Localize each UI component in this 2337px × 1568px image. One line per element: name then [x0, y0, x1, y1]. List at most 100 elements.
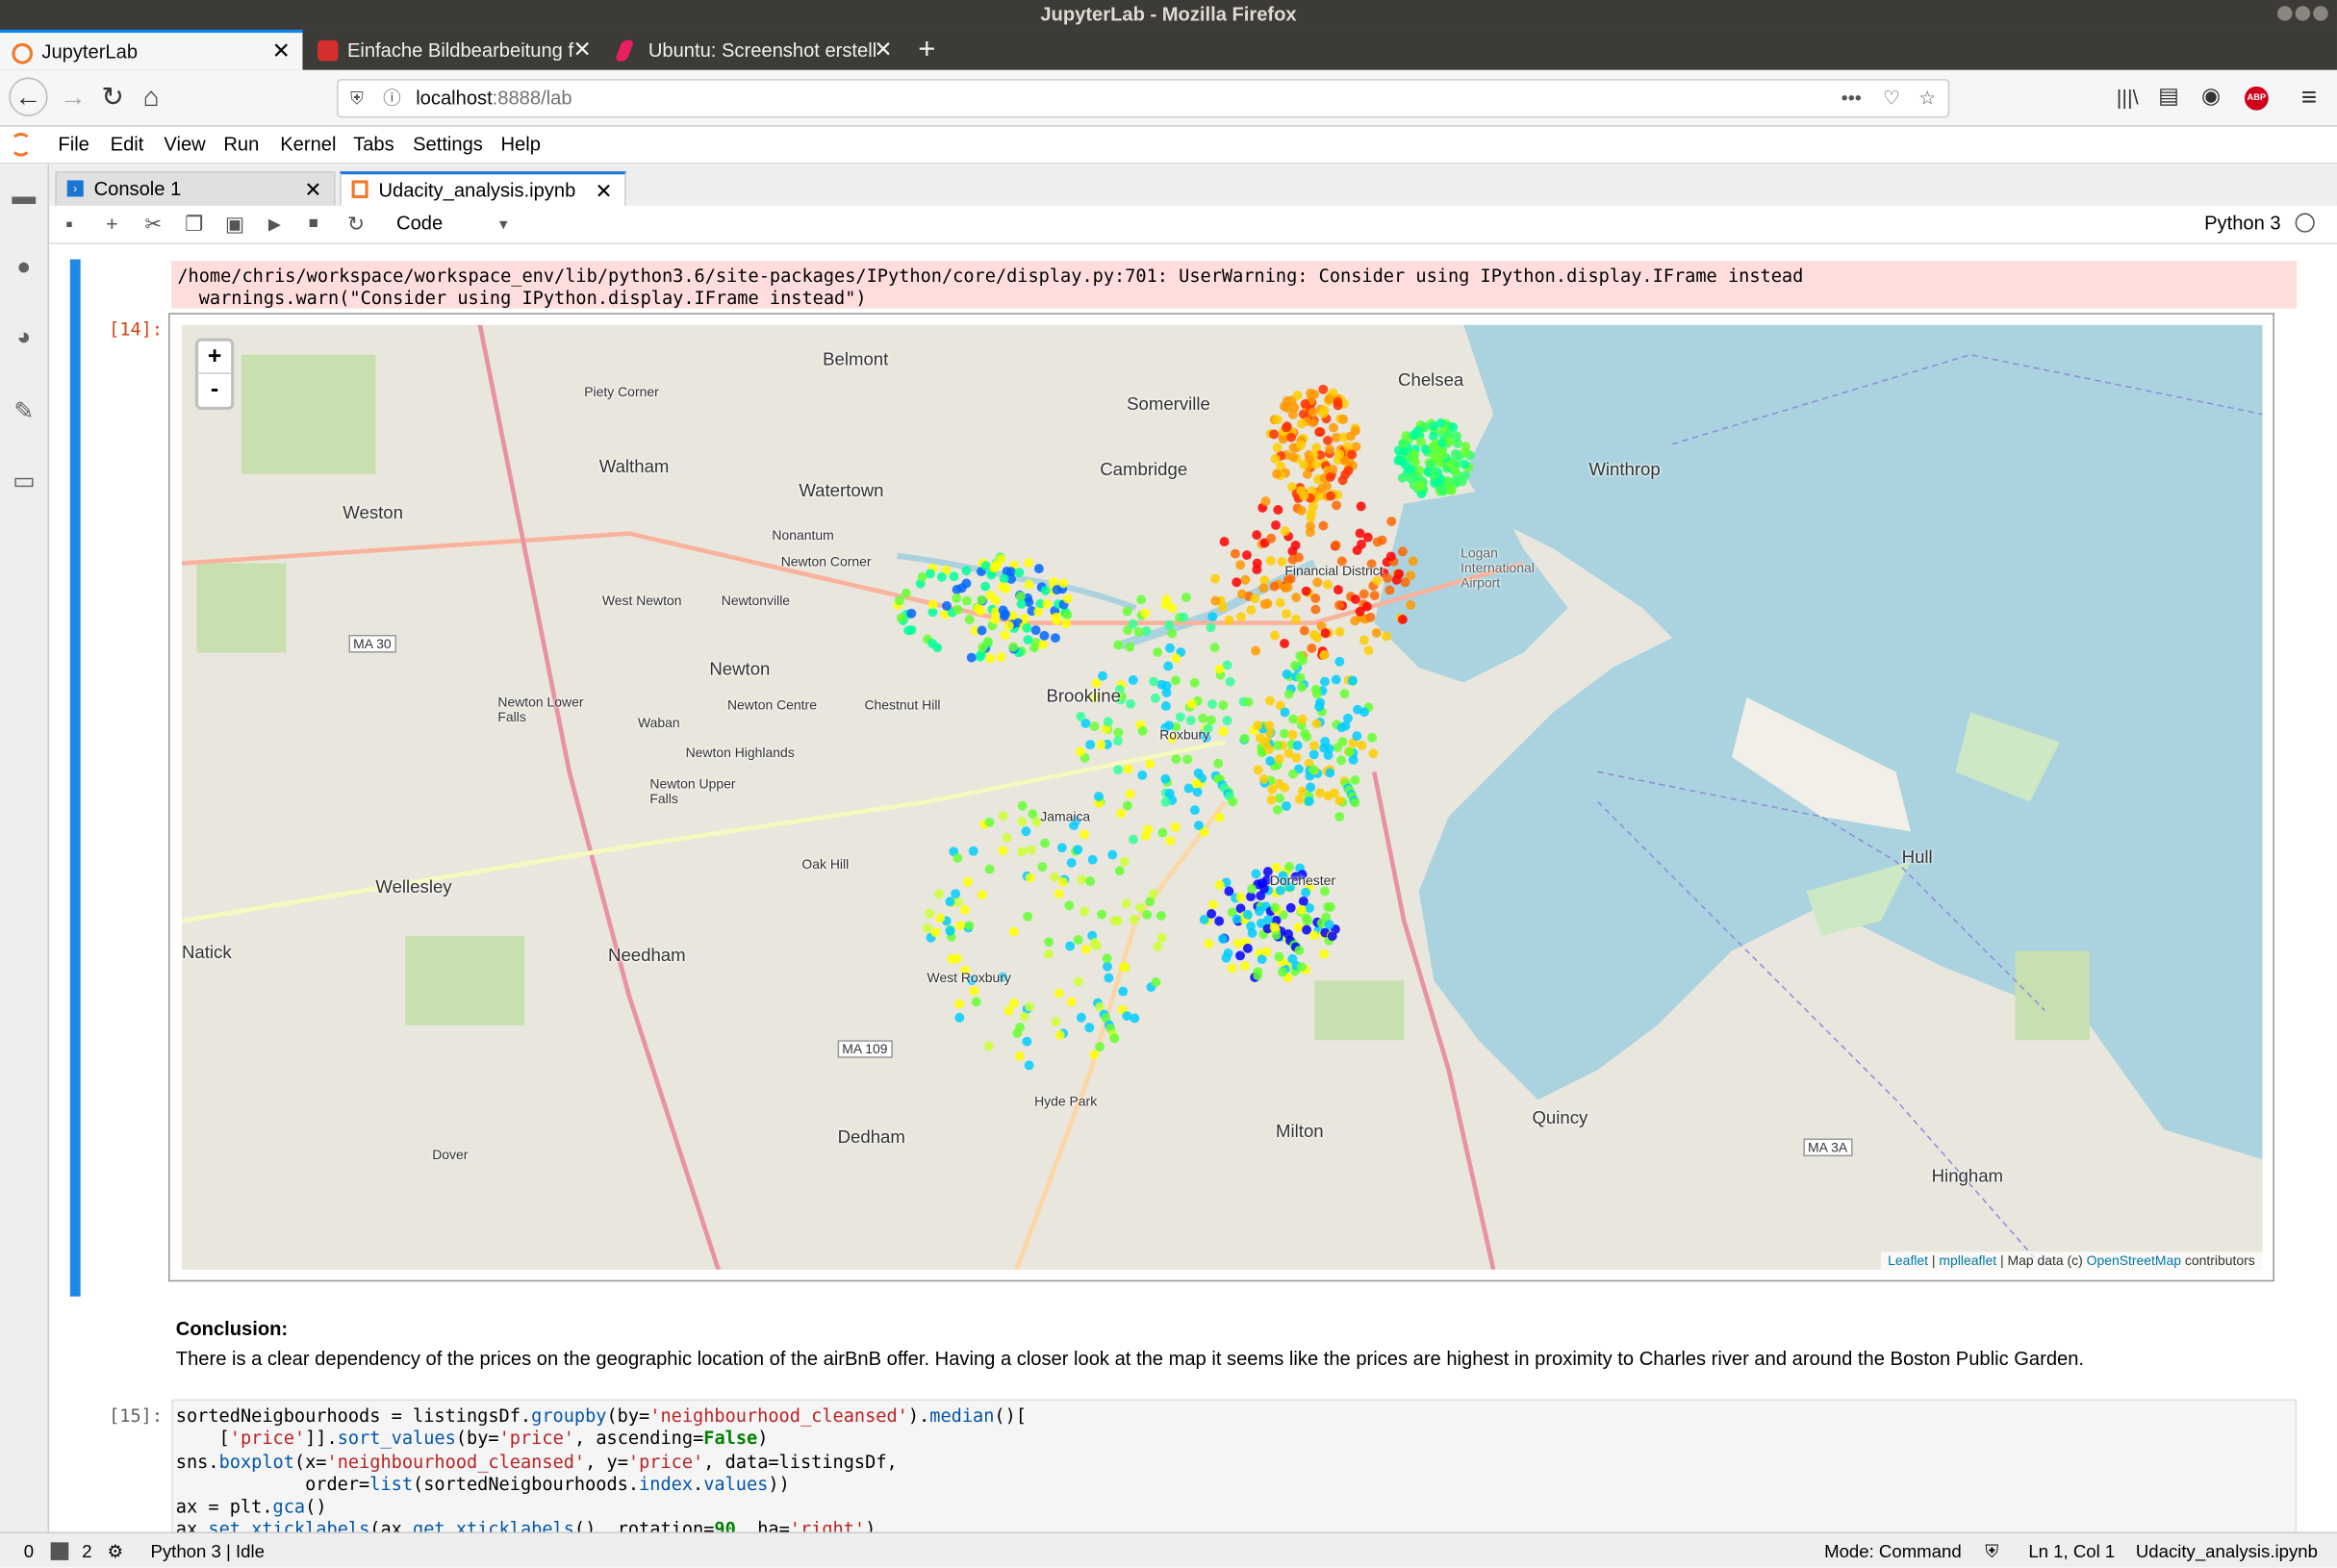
map-label: Roxbury [1159, 726, 1210, 743]
listing-marker [1017, 847, 1028, 857]
tab-console-1[interactable]: › Console 1 ✕ [55, 171, 336, 208]
close-tab-icon[interactable]: ✕ [272, 33, 291, 70]
zoom-out-button[interactable]: - [198, 374, 231, 407]
kernel-status[interactable]: Python 3 | Idle [150, 1533, 265, 1568]
chevron-down-icon[interactable]: ▾ [499, 215, 508, 235]
wrench-icon[interactable]: ✎ [11, 396, 38, 424]
menu-kernel[interactable]: Kernel [280, 133, 336, 155]
stop-icon[interactable]: ■ [309, 215, 318, 233]
listing-marker [1023, 635, 1033, 645]
listing-marker [1191, 778, 1202, 789]
menu-run[interactable]: Run [223, 133, 259, 155]
browser-tab-bildbearbeitung[interactable]: Einfache Bildbearbeitung f ✕ [306, 30, 604, 70]
tabs-icon[interactable]: ▭ [11, 467, 38, 494]
back-icon[interactable]: ← [9, 77, 48, 116]
info-icon[interactable]: ⓘ [383, 81, 401, 116]
listing-marker [1283, 748, 1294, 759]
menu-view[interactable]: View [164, 133, 205, 155]
sidebar-icon[interactable]: ▤ [2158, 82, 2179, 112]
listing-marker [1040, 585, 1051, 595]
pocket-icon[interactable]: ♡ [1883, 81, 1900, 116]
listing-marker [1282, 800, 1291, 811]
bookmark-star-icon[interactable]: ☆ [1918, 81, 1936, 116]
folder-icon[interactable]: ▬ [11, 185, 38, 212]
listing-marker [945, 897, 955, 907]
cell-type-select[interactable]: Code [396, 212, 443, 234]
map-label: Wellesley [375, 875, 452, 898]
save-icon[interactable]: ▪ [65, 212, 73, 236]
listing-marker [1310, 604, 1321, 615]
tab-notebook[interactable]: Udacity_analysis.ipynb ✕ [340, 171, 626, 209]
listing-marker [1296, 486, 1307, 496]
close-tab-icon[interactable]: ✕ [596, 174, 613, 207]
hamburger-menu-icon[interactable]: ≡ [2301, 82, 2317, 112]
leaflet-map[interactable]: Belmont Somerville Chelsea Piety Corner … [181, 324, 2263, 1270]
insert-cell-icon[interactable]: + [106, 212, 118, 236]
listing-marker [1151, 977, 1161, 987]
account-icon[interactable]: ◉ [2201, 82, 2221, 112]
listing-marker [1123, 764, 1133, 774]
adblock-icon[interactable]: ABP [2244, 86, 2269, 111]
leaflet-link[interactable]: Leaflet [1888, 1253, 1928, 1268]
listing-marker [1336, 755, 1346, 766]
osm-link[interactable]: OpenStreetMap [2087, 1253, 2181, 1268]
menu-help[interactable]: Help [500, 133, 540, 155]
listing-marker [1325, 901, 1335, 912]
listing-marker [1384, 585, 1395, 595]
listing-marker [1137, 725, 1148, 736]
menu-settings[interactable]: Settings [413, 133, 483, 155]
listing-marker [1113, 736, 1123, 746]
listing-marker [1119, 962, 1130, 973]
menu-file[interactable]: File [58, 133, 89, 155]
reload-icon[interactable]: ↻ [101, 82, 123, 112]
close-tab-icon[interactable]: ✕ [573, 30, 592, 70]
browser-tab-ubuntu[interactable]: Ubuntu: Screenshot erstell ✕ [606, 30, 904, 70]
close-tab-icon[interactable]: ✕ [874, 30, 892, 70]
mplleaflet-link[interactable]: mplleaflet [1939, 1253, 1996, 1268]
status-kernels-count[interactable]: 2 [82, 1533, 91, 1568]
listing-marker [935, 913, 946, 923]
menu-tabs[interactable]: Tabs [353, 133, 394, 155]
tab-label: Console 1 [93, 177, 182, 200]
listing-marker [1050, 633, 1060, 644]
cell-collapser[interactable] [69, 259, 81, 1297]
listing-marker [1107, 849, 1118, 860]
status-terminals-count[interactable]: 0 [24, 1533, 34, 1568]
run-icon[interactable]: ▶ [268, 215, 281, 235]
listing-marker [1308, 930, 1319, 941]
markdown-cell[interactable]: Conclusion: There is a clear dependency … [176, 1317, 2084, 1369]
url-bar[interactable]: ⛨ ⓘ localhost:8888/lab ••• ♡ ☆ [337, 79, 1950, 118]
trust-icon[interactable]: ⛨ [1985, 1533, 1998, 1568]
home-icon[interactable]: ⌂ [143, 82, 160, 112]
kernel-name[interactable]: Python 3 [2204, 212, 2281, 234]
listing-marker [1170, 822, 1181, 832]
palette-icon[interactable]: ◕ [11, 325, 38, 352]
map-label: Newton Lower Falls [497, 694, 584, 724]
shield-icon[interactable]: ⛨ [350, 81, 364, 116]
listing-marker [1104, 973, 1114, 983]
new-tab-button[interactable]: + [909, 30, 948, 70]
running-icon[interactable]: ● [11, 255, 38, 282]
cut-icon[interactable]: ✂ [144, 212, 162, 237]
copy-icon[interactable]: ❐ [185, 212, 203, 237]
listing-marker [1408, 556, 1418, 567]
browser-tab-jupyterlab[interactable]: JupyterLab ✕ [0, 29, 303, 70]
code-cell-editor[interactable]: sortedNeigbourhoods = listingsDf.groupby… [171, 1399, 2298, 1532]
minimize-icon[interactable] [2277, 6, 2293, 21]
paste-icon[interactable]: ▣ [225, 212, 245, 237]
close-tab-icon[interactable]: ✕ [304, 173, 321, 206]
menu-edit[interactable]: Edit [111, 133, 144, 155]
url-path: :8888/lab [492, 86, 572, 110]
restart-icon[interactable]: ↻ [347, 212, 365, 237]
zoom-in-button[interactable]: + [198, 341, 232, 374]
listing-marker [1140, 608, 1151, 619]
forward-icon[interactable]: → [60, 82, 87, 112]
close-window-icon[interactable] [2313, 6, 2328, 21]
maximize-icon[interactable] [2295, 6, 2311, 21]
listing-marker [1112, 916, 1123, 926]
page-actions-icon[interactable]: ••• [1842, 81, 1862, 116]
listing-marker [976, 606, 986, 616]
listing-marker [959, 904, 970, 915]
listing-marker [1406, 599, 1416, 610]
library-icon[interactable]: |||\ [2117, 82, 2139, 112]
